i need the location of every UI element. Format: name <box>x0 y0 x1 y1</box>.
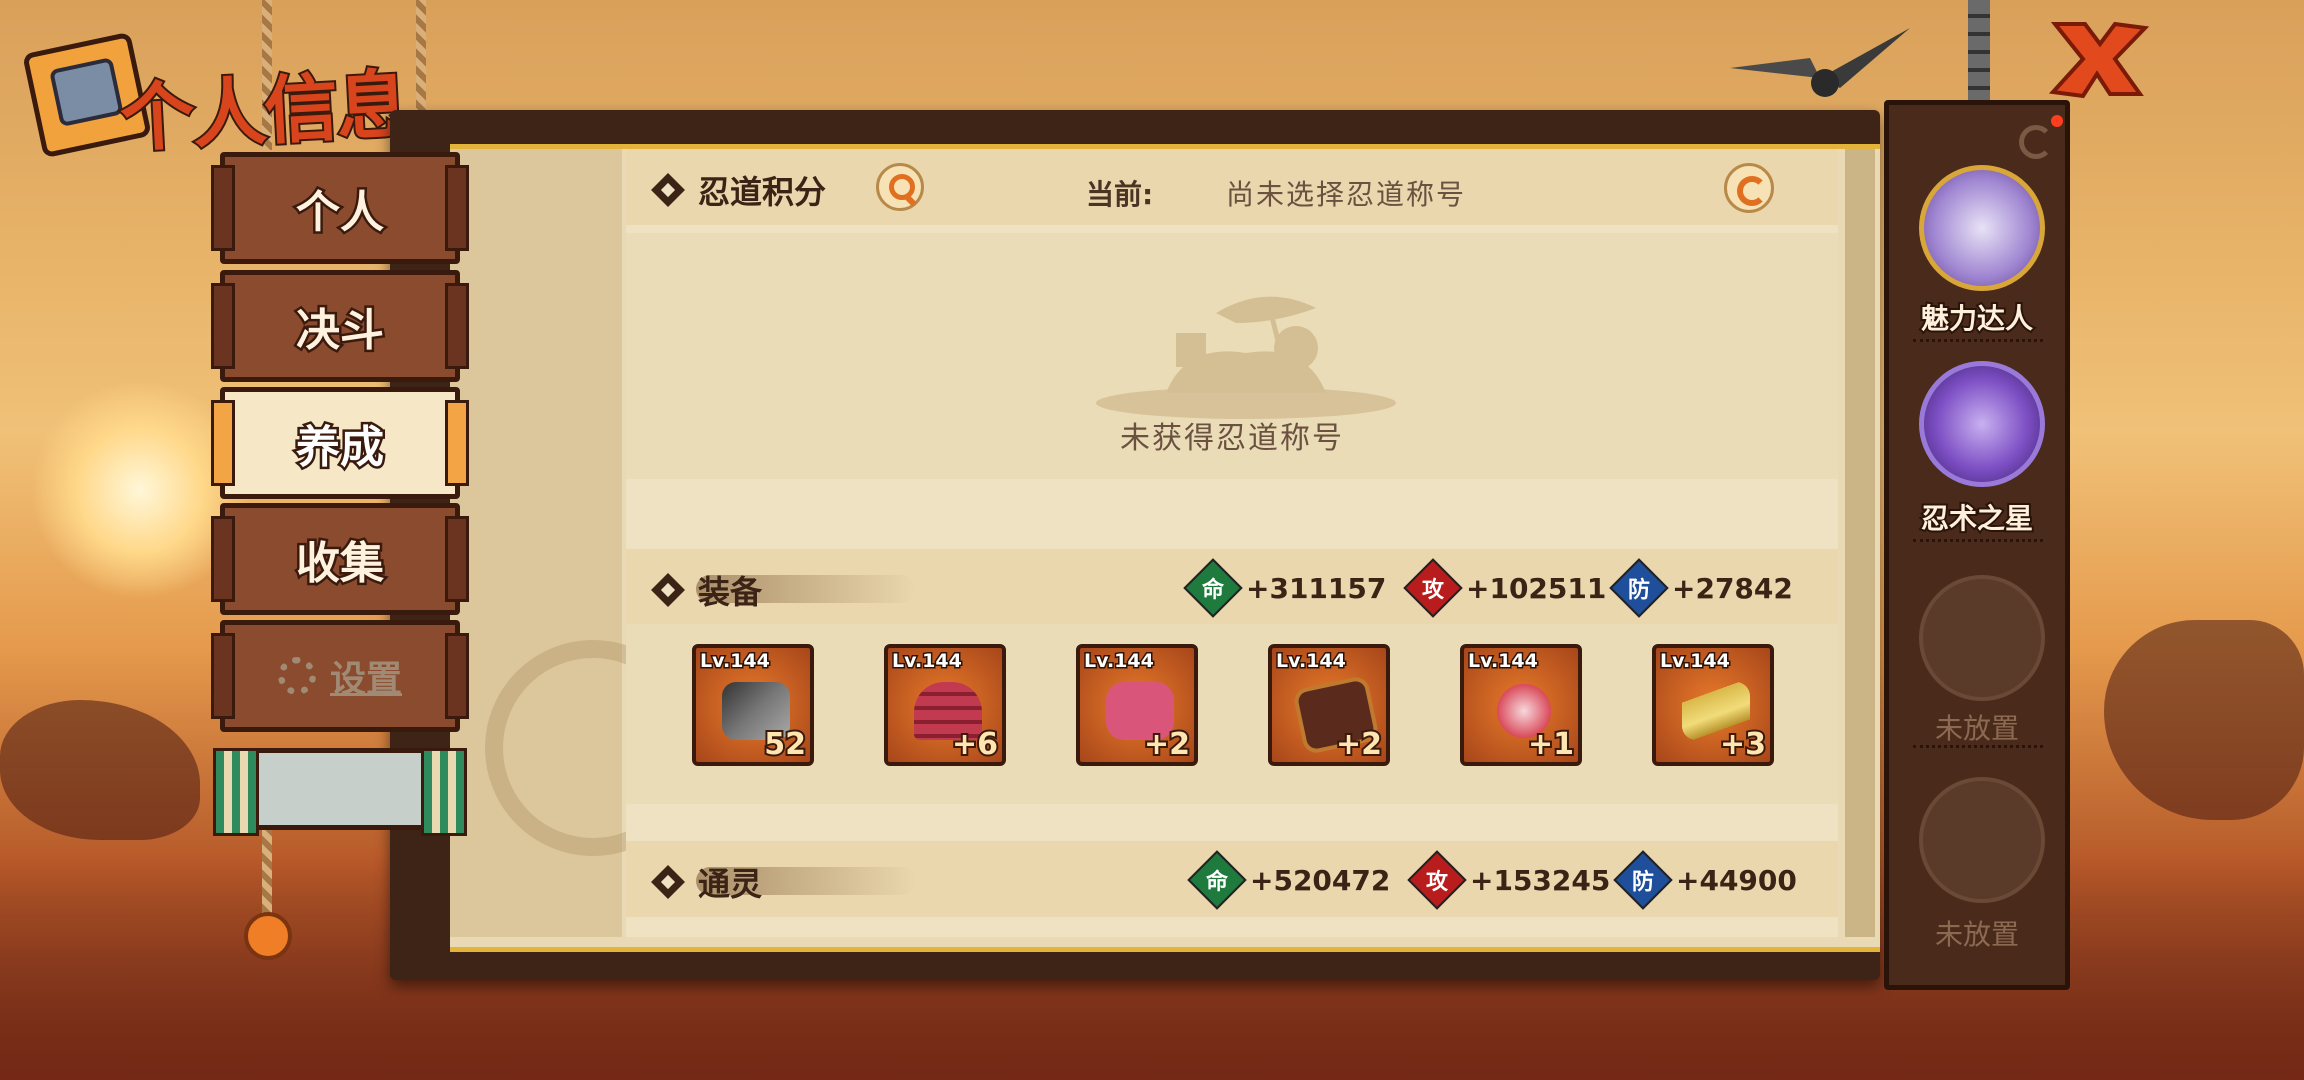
empty-badge-slot-icon[interactable] <box>1919 575 2045 701</box>
empty-badge-slot-icon[interactable] <box>1919 777 2045 903</box>
scrollbar[interactable] <box>1845 149 1875 937</box>
ninja-title-display: 未获得忍道称号 <box>626 233 1838 479</box>
ninjutsu-star-badge-icon[interactable] <box>1919 361 2045 487</box>
attack-stat-icon: 攻 <box>1407 850 1467 910</box>
content-panel: 忍道积分 当前: 尚未选择忍道称号 未获得忍道称号 装备 命 +311157 攻 <box>626 149 1838 937</box>
refresh-icon[interactable] <box>2019 125 2053 159</box>
gear-icon <box>277 657 316 695</box>
equipment-slot-headband[interactable]: Lv.144 +3 <box>1652 644 1774 766</box>
no-title-text: 未获得忍道称号 <box>1120 421 1344 456</box>
summon-def-stat: 防 +44900 <box>1613 850 1797 910</box>
diamond-icon <box>651 865 685 899</box>
summon-hp-stat: 命 +520472 <box>1187 850 1390 910</box>
ninja-points-header: 忍道积分 当前: 尚未选择忍道称号 <box>626 149 1838 225</box>
chain-decoration <box>1968 0 1990 105</box>
equipment-atk-stat: 攻 +102511 <box>1403 558 1606 618</box>
defense-stat-icon: 防 <box>1613 850 1673 910</box>
menu-collection-button[interactable]: 收集 <box>211 503 469 615</box>
equipment-slot-armor[interactable]: Lv.144 +2 <box>1076 644 1198 766</box>
menu-cultivate-button[interactable]: 养成 <box>211 387 469 499</box>
equipment-slot-necklace[interactable]: Lv.144 +1 <box>1460 644 1582 766</box>
equipment-label: 装备 <box>698 573 763 611</box>
diamond-icon <box>651 573 685 607</box>
hp-stat-icon: 命 <box>1183 558 1243 618</box>
toad-placeholder-icon <box>1096 296 1396 419</box>
ninja-silhouette-left <box>0 700 200 840</box>
ninja-silhouette-right <box>2104 620 2304 820</box>
close-icon[interactable] <box>2045 14 2155 104</box>
blank-scroll-banner <box>213 748 467 836</box>
menu-duel-button[interactable]: 决斗 <box>211 270 469 382</box>
search-icon[interactable] <box>876 163 924 211</box>
hp-stat-icon: 命 <box>1187 850 1247 910</box>
menu-personal-button[interactable]: 个人 <box>211 152 469 264</box>
page-title: 个人信息 <box>116 60 412 165</box>
slot-label: 魅力达人 <box>1919 300 2035 337</box>
summon-atk-stat: 攻 +153245 <box>1407 850 1610 910</box>
charm-master-badge-icon[interactable] <box>1919 165 2045 291</box>
equipment-hp-stat: 命 +311157 <box>1183 558 1386 618</box>
equipment-slot-helmet[interactable]: Lv.144 +6 <box>884 644 1006 766</box>
menu-settings-button[interactable]: 设置 <box>211 620 469 732</box>
summon-label: 通灵 <box>698 865 763 903</box>
rope-left-lower <box>262 830 272 920</box>
equipment-def-stat: 防 +27842 <box>1609 558 1793 618</box>
slot-label: 未放置 <box>1934 712 2019 745</box>
notification-dot <box>2051 115 2063 127</box>
diamond-icon <box>651 173 685 207</box>
current-title-label: 当前: <box>1086 178 1154 211</box>
summon-header: 通灵 命 +520472 攻 +153245 防 +44900 <box>626 841 1838 917</box>
slot-label: 忍术之星 <box>1919 500 2035 537</box>
equipment-row: Lv.144 52 Lv.144 +6 Lv.144 +2 Lv.144 +2 … <box>626 624 1838 804</box>
page-title-banner: 个人信息 <box>20 22 420 164</box>
title-slots-panel: 魅力达人 忍术之星 未放置 未放置 <box>1884 100 2070 990</box>
attack-stat-icon: 攻 <box>1403 558 1463 618</box>
kunai-decoration-icon <box>1730 28 1910 97</box>
ninja-points-label: 忍道积分 <box>698 173 827 211</box>
refresh-icon[interactable] <box>1724 163 1774 213</box>
tassel-left <box>244 912 292 960</box>
equipment-header: 装备 命 +311157 攻 +102511 防 +27842 <box>626 549 1838 625</box>
equipment-slot-weapon[interactable]: Lv.144 52 <box>692 644 814 766</box>
defense-stat-icon: 防 <box>1609 558 1669 618</box>
equipment-slot-book[interactable]: Lv.144 +2 <box>1268 644 1390 766</box>
current-title-value: 尚未选择忍道称号 <box>1226 178 1467 211</box>
slot-label: 未放置 <box>1934 918 2019 951</box>
